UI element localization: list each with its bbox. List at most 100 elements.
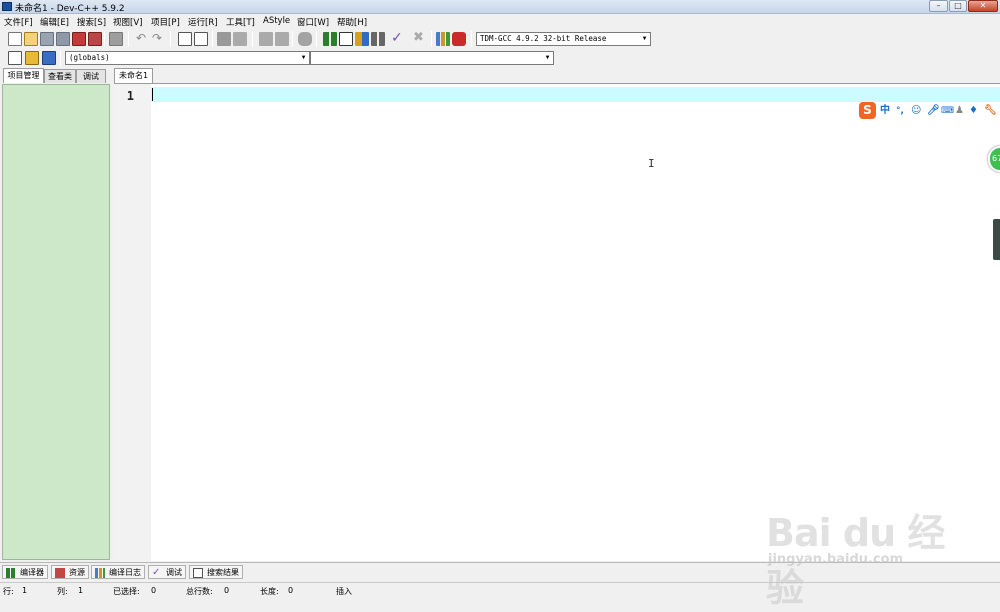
compile-run-icon[interactable] [355,32,369,46]
status-sel-value: 0 [151,586,157,595]
menu-file[interactable]: 文件[F] [4,16,33,28]
ime-toolbar: S 中 °, ☺ 🎤︎ ⌨ ♟ ♦ 🔧︎ [858,102,1000,120]
compiler-select[interactable]: TDM-GCC 4.9.2 32-bit Release ▼ [476,32,651,46]
compile-icon[interactable] [323,32,337,46]
status-len-value: 0 [288,586,294,595]
status-col-value: 1 [78,586,84,595]
microphone-icon[interactable]: 🎤︎ [927,104,940,118]
emoji-icon[interactable]: ☺ [911,104,921,118]
devcpp-app-icon [2,2,12,11]
scope-select[interactable]: (globals) ▼ [65,51,310,65]
resources-icon [55,568,65,578]
line-number: 1 [126,89,134,103]
profile-icon[interactable] [436,32,450,46]
wrench-icon[interactable]: 🔧︎ [984,104,997,118]
tab-debug[interactable]: 调试 [76,69,106,83]
menu-project[interactable]: 项目[P] [151,16,180,28]
run-icon[interactable] [339,32,353,46]
save-all-icon[interactable] [56,32,70,46]
title-bar: 未命名1 - Dev-C++ 5.9.2 – □ ✕ [0,0,1000,14]
menu-run[interactable]: 运行[R] [188,16,218,28]
window-title: 未命名1 - Dev-C++ 5.9.2 [15,4,125,14]
stop-execution-icon[interactable]: ✖ [413,31,427,45]
bookmark-prev-icon[interactable] [259,32,273,46]
tab-resources-label: 资源 [69,568,85,577]
tab-debug-output[interactable]: ✓ 调试 [148,565,186,579]
rebuild-all-icon[interactable] [371,32,385,46]
insert-icon[interactable] [8,51,22,65]
menu-view[interactable]: 视图[V] [113,16,142,28]
tab-compiler[interactable]: 编译器 [2,565,48,579]
unindent-icon[interactable] [233,32,247,46]
ime-mode-toggle[interactable]: 中 [880,104,890,118]
search-icon [193,568,203,578]
bottom-tabs-bar: 编译器 资源 编译日志 ✓ 调试 搜索结果 [0,562,1000,580]
tab-project-manager[interactable]: 项目管理 [3,68,44,83]
menu-astyle[interactable]: AStyle [263,16,290,26]
compiler-select-value: TDM-GCC 4.9.2 32-bit Release [480,34,607,43]
chevron-down-icon: ▼ [301,54,306,61]
bookmark-next-icon[interactable] [275,32,289,46]
new-file-icon[interactable] [8,32,22,46]
minimize-button[interactable]: – [929,0,948,12]
indent-icon[interactable] [217,32,231,46]
bookmark-icon[interactable] [42,51,56,65]
menu-edit[interactable]: 编辑[E] [40,16,69,28]
main-toolbar: ↶ ↷ ✓ ✖ TDM-GCC 4.9.2 32-bit Release ▼ [0,29,1000,49]
menu-tools[interactable]: 工具[T] [226,16,255,28]
replace-icon[interactable] [194,32,208,46]
user-icon[interactable]: ♟ [955,104,964,118]
tab-compile-log[interactable]: 编译日志 [91,565,145,579]
menu-window[interactable]: 窗口[W] [297,16,329,28]
check-syntax-icon[interactable]: ✓ [391,31,405,45]
print-icon[interactable] [109,32,123,46]
keyboard-icon[interactable]: ⌨ [941,104,954,118]
class-toolbar: (globals) ▼ ▼ [0,49,1000,68]
tab-search-results-label: 搜索结果 [207,568,239,577]
side-handle[interactable] [993,219,1000,260]
status-row-label: 行: [3,587,14,596]
ibeam-cursor-icon: I [648,157,655,170]
status-insert-mode: 插入 [336,587,352,596]
save-icon[interactable] [40,32,54,46]
debug-icon[interactable] [452,32,466,46]
current-line-highlight [151,87,1000,102]
editor-file-tab[interactable]: 未命名1 [114,68,153,83]
symbol-select[interactable]: ▼ [310,51,554,65]
text-caret [152,88,153,101]
tab-debug-output-label: 调试 [166,568,182,577]
close-all-icon[interactable] [88,32,102,46]
status-len-label: 长度: [260,587,279,596]
chart-icon [95,568,105,578]
tab-search-results[interactable]: 搜索结果 [189,565,243,579]
scope-select-value: (globals) [69,53,110,62]
tab-resources[interactable]: 资源 [51,565,89,579]
chevron-down-icon: ▼ [545,54,550,61]
menu-search[interactable]: 搜索[S] [77,16,106,28]
maximize-button[interactable]: □ [949,0,967,12]
find-icon[interactable] [178,32,192,46]
redo-icon[interactable]: ↷ [152,32,166,46]
toggle-comment-icon[interactable] [298,32,312,46]
status-row-value: 1 [22,586,28,595]
compiler-icon [6,568,16,578]
close-button[interactable]: ✕ [968,0,998,12]
sogou-logo-icon[interactable]: S [859,102,876,119]
status-bar: 行: 1 列: 1 已选择: 0 总行数: 0 长度: 0 插入 [0,582,1000,597]
ime-punct-toggle[interactable]: °, [896,104,904,118]
check-icon: ✓ [152,567,161,578]
tab-class-browser[interactable]: 查看类 [44,69,76,83]
project-tree[interactable] [2,84,110,560]
goto-icon[interactable] [25,51,39,65]
menu-bar: 文件[F] 编辑[E] 搜索[S] 视图[V] 项目[P] 运行[R] 工具[T… [0,14,1000,29]
status-lines-value: 0 [224,586,230,595]
skin-shirt-icon[interactable]: ♦ [969,104,978,118]
code-editor[interactable]: 1 I [114,83,1000,562]
chevron-down-icon: ▼ [642,35,647,42]
open-file-icon[interactable] [24,32,38,46]
menu-help[interactable]: 帮助[H] [337,16,367,28]
undo-icon[interactable]: ↶ [136,32,150,46]
close-file-icon[interactable] [72,32,86,46]
line-number-gutter [114,84,151,562]
status-lines-label: 总行数: [186,587,213,596]
